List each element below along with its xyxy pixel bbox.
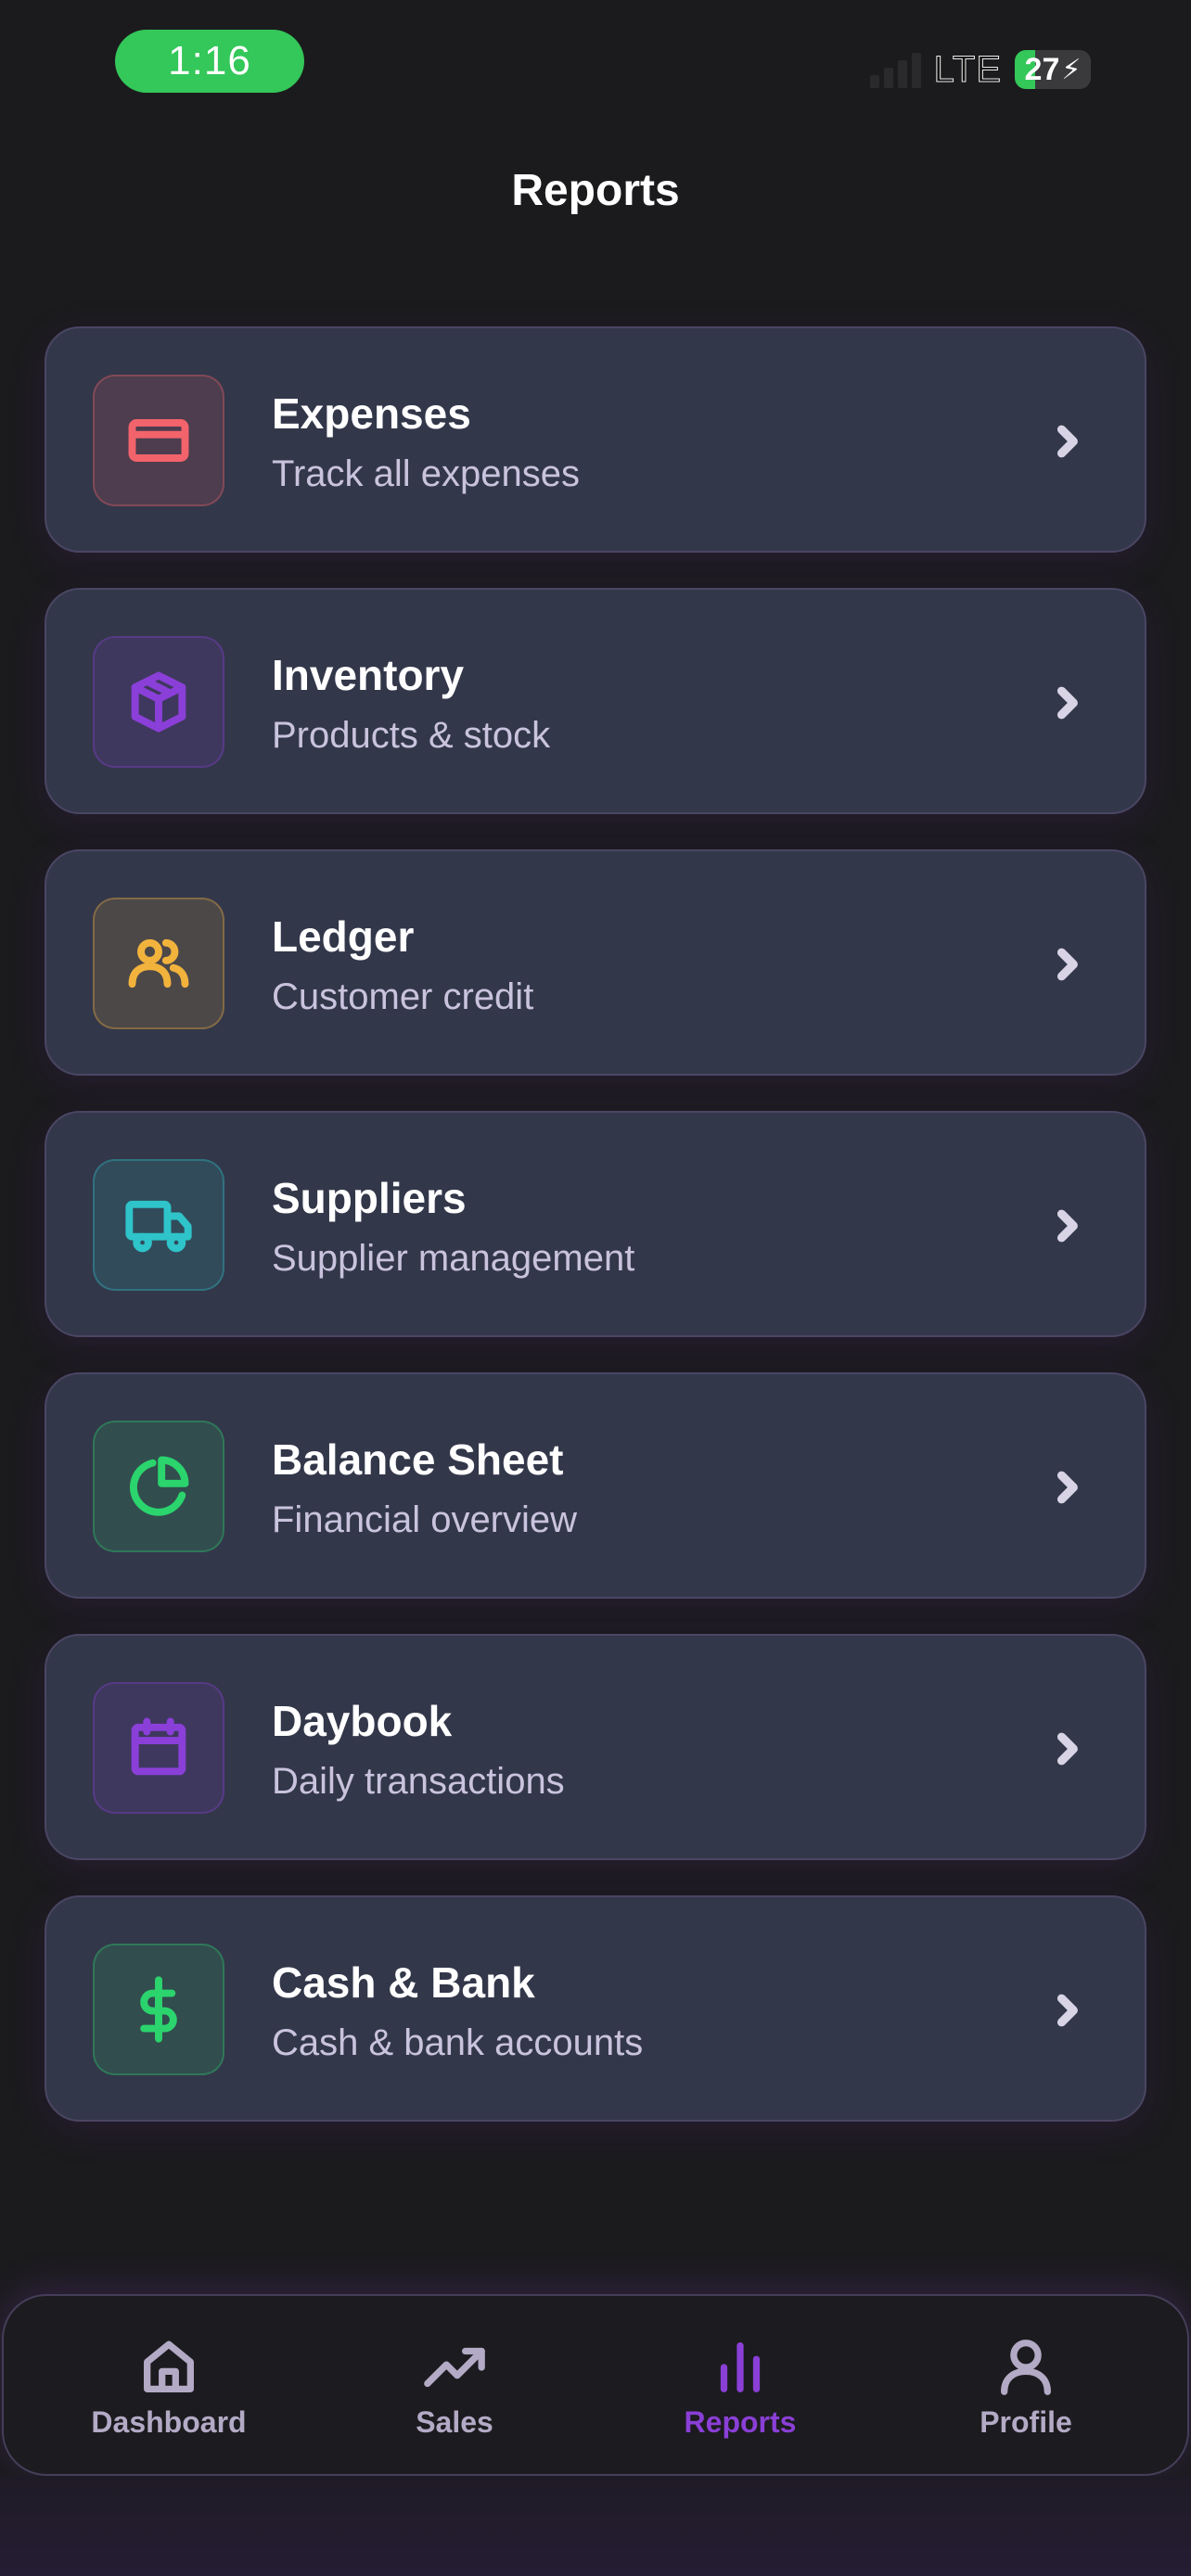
bottom-nav: Dashboard Sales Reports Profile — [2, 2294, 1189, 2476]
report-title: Ledger — [272, 912, 415, 961]
reports-screen: 1:16 LTE 27 ⚡ Reports Expenses Track all… — [0, 0, 1191, 2576]
report-subtitle: Customer credit — [272, 976, 534, 1017]
credit-card-icon — [128, 419, 189, 462]
chevron-right-icon — [1057, 425, 1078, 458]
report-subtitle: Financial overview — [272, 1499, 578, 1540]
nav-profile[interactable]: Profile — [915, 2335, 1137, 2440]
status-indicators: LTE 27 ⚡ — [869, 46, 1091, 93]
report-card-ledger[interactable]: Ledger Customer credit — [45, 849, 1146, 1076]
chevron-right-icon — [1057, 1732, 1078, 1766]
bar-chart-icon — [720, 2342, 761, 2392]
page-title: Reports — [511, 166, 680, 215]
report-subtitle: Track all expenses — [272, 453, 580, 494]
user-icon — [1001, 2340, 1051, 2395]
users-icon — [128, 938, 189, 988]
home-icon — [144, 2340, 194, 2392]
report-card-cash-bank[interactable]: Cash & Bank Cash & bank accounts — [45, 1895, 1146, 2122]
pie-chart-icon — [130, 1456, 189, 1516]
report-title: Balance Sheet — [272, 1435, 564, 1484]
nav-label: Dashboard — [91, 2405, 247, 2439]
battery-icon: 27 ⚡ — [1015, 50, 1091, 89]
report-card-inventory[interactable]: Inventory Products & stock — [45, 588, 1146, 814]
report-subtitle: Supplier management — [272, 1238, 635, 1279]
nav-dashboard[interactable]: Dashboard — [58, 2335, 280, 2440]
charging-bolt-icon: ⚡ — [1061, 54, 1082, 85]
report-subtitle: Cash & bank accounts — [272, 2022, 644, 2063]
report-card-expenses[interactable]: Expenses Track all expenses — [45, 326, 1146, 553]
report-list: Expenses Track all expenses Inventory Pr… — [45, 326, 1146, 2157]
report-subtitle: Daily transactions — [272, 1761, 565, 1802]
status-bar: 1:16 LTE 27 ⚡ — [0, 0, 1191, 130]
status-time[interactable]: 1:16 — [115, 30, 304, 93]
report-title: Daybook — [272, 1697, 453, 1745]
nav-label: Reports — [684, 2405, 797, 2439]
nav-label: Sales — [416, 2405, 493, 2439]
report-title: Suppliers — [272, 1174, 467, 1222]
package-icon — [131, 671, 186, 733]
report-title: Inventory — [272, 651, 465, 699]
report-title: Cash & Bank — [272, 1958, 535, 2007]
signal-icon — [869, 51, 921, 88]
chevron-right-icon — [1057, 1209, 1078, 1243]
network-type: LTE — [933, 48, 1002, 90]
nav-label: Profile — [980, 2405, 1072, 2439]
calendar-icon — [131, 1717, 186, 1776]
report-card-daybook[interactable]: Daybook Daily transactions — [45, 1634, 1146, 1860]
nav-sales[interactable]: Sales — [343, 2335, 566, 2440]
report-subtitle: Products & stock — [272, 715, 551, 756]
home-indicator-area — [0, 2476, 1191, 2576]
chevron-right-icon — [1057, 1994, 1078, 2027]
nav-reports[interactable]: Reports — [629, 2335, 852, 2440]
trending-up-icon — [424, 2347, 485, 2388]
report-card-suppliers[interactable]: Suppliers Supplier management — [45, 1111, 1146, 1337]
chevron-right-icon — [1057, 948, 1078, 981]
battery-level: 27 — [1024, 51, 1060, 87]
dollar-icon — [140, 1976, 177, 2043]
report-title: Expenses — [272, 389, 471, 438]
report-card-balance-sheet[interactable]: Balance Sheet Financial overview — [45, 1372, 1146, 1599]
chevron-right-icon — [1057, 686, 1078, 720]
truck-icon — [125, 1200, 192, 1253]
chevron-right-icon — [1057, 1471, 1078, 1504]
